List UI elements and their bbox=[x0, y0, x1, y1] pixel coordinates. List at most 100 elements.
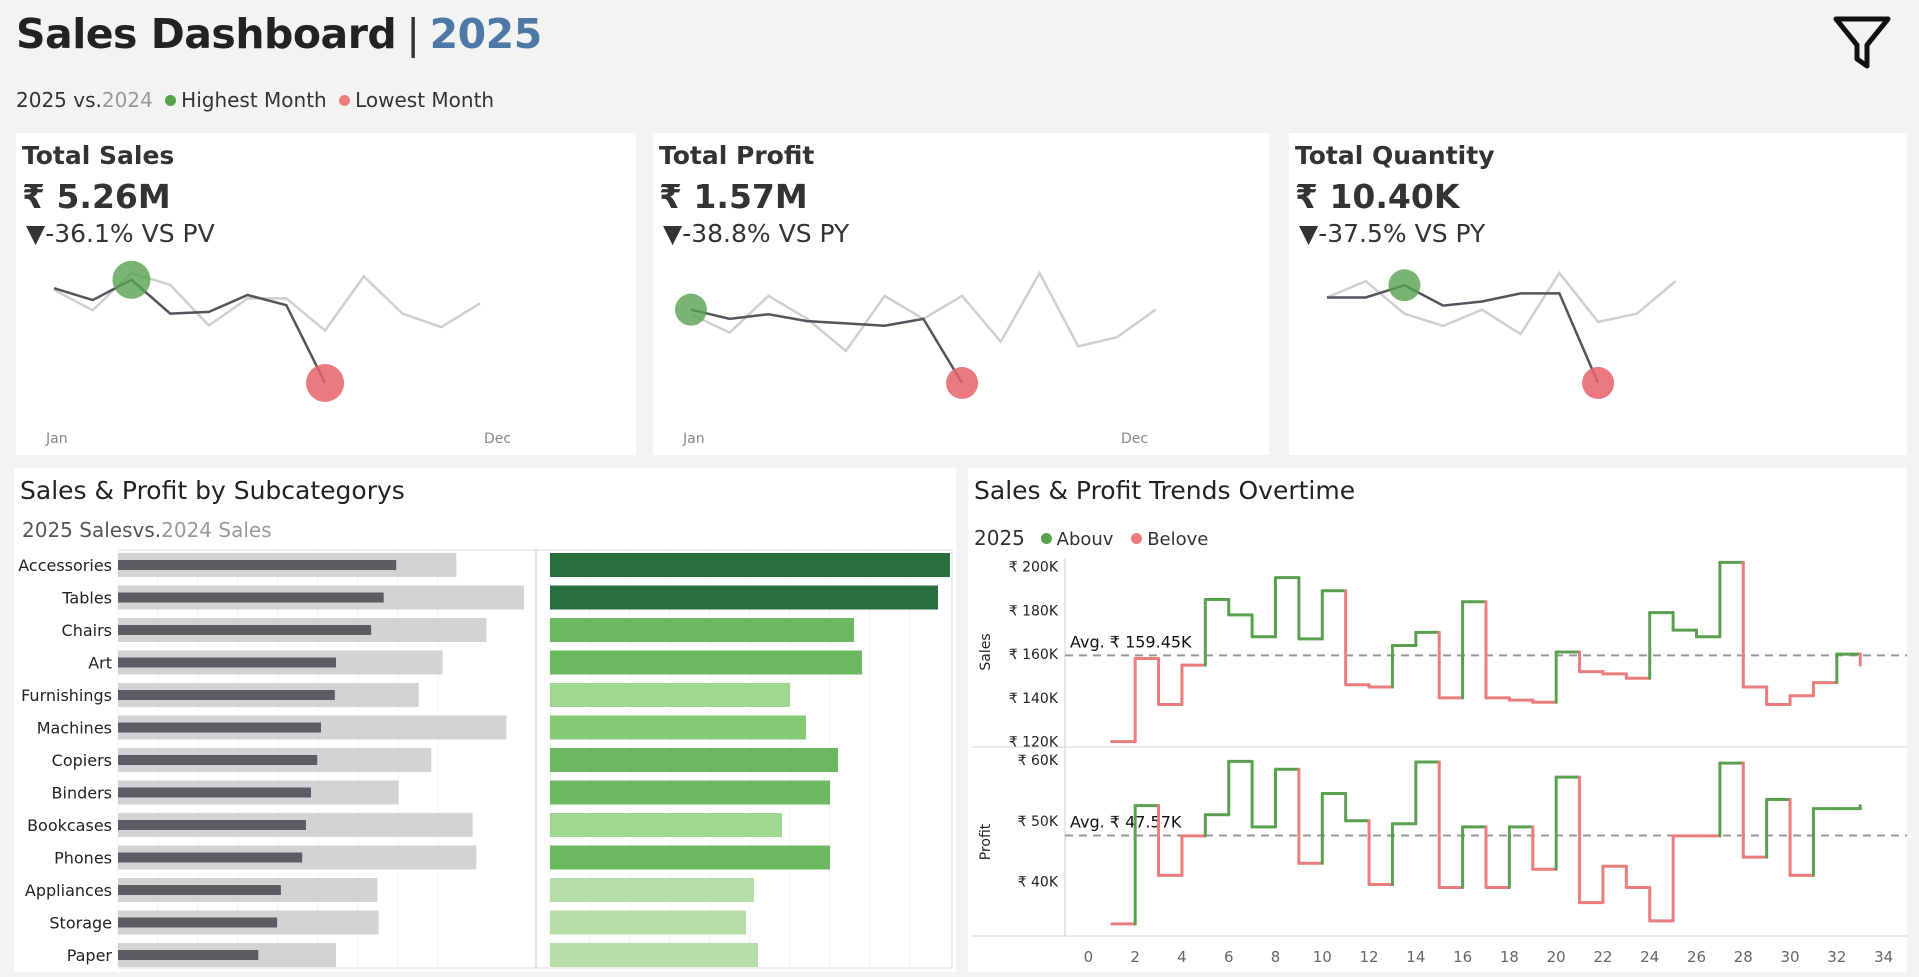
legend-vs: vs. bbox=[73, 88, 102, 112]
previous-year-line bbox=[690, 270, 1157, 353]
category-label: Machines bbox=[37, 719, 112, 738]
bar-2025-sales bbox=[118, 625, 372, 635]
x-tick-label: 34 bbox=[1874, 948, 1893, 966]
y-axis-title: Profit bbox=[978, 823, 994, 860]
lowest-dot-icon bbox=[339, 95, 351, 106]
x-tick-label: 4 bbox=[1177, 948, 1187, 966]
x-tick-label: 16 bbox=[1453, 948, 1472, 966]
bar-profit bbox=[550, 683, 790, 707]
x-tick-label: 0 bbox=[1084, 948, 1094, 966]
bar-profit bbox=[550, 715, 806, 740]
bar-profit bbox=[550, 748, 838, 772]
x-tick-label: 14 bbox=[1406, 948, 1425, 966]
y-axis-title: Sales bbox=[978, 633, 994, 670]
category-label: Paper bbox=[67, 946, 113, 965]
bar-2025-sales bbox=[118, 657, 337, 668]
kpi-card-quantity: Total Quantity ₹ 10.40K ▼-37.5% VS PY bbox=[1289, 133, 1907, 455]
category-label: Chairs bbox=[62, 621, 112, 640]
header: Sales Dashboard | 2025 2025 vs.2024 Highes… bbox=[0, 0, 1919, 130]
x-tick-label: 24 bbox=[1640, 948, 1659, 966]
bar-2025-sales bbox=[118, 560, 397, 570]
y-tick-label: ₹ 60K bbox=[1018, 753, 1059, 769]
bar-2025-sales bbox=[118, 820, 306, 830]
x-tick-label: 12 bbox=[1360, 948, 1379, 966]
legend-lowest: Lowest Month bbox=[355, 88, 495, 112]
bar-2025-sales bbox=[118, 852, 303, 863]
x-tick-label: 28 bbox=[1734, 948, 1753, 966]
category-label: Storage bbox=[49, 914, 112, 933]
bar-profit bbox=[550, 585, 938, 610]
y-tick-label: ₹ 40K bbox=[1018, 874, 1059, 890]
bar-2025-sales bbox=[118, 690, 335, 700]
bar-profit bbox=[550, 878, 754, 902]
x-tick-label: 18 bbox=[1500, 948, 1519, 966]
current-year-line bbox=[53, 278, 327, 384]
title-separator: | bbox=[406, 10, 420, 58]
header-legend: 2025 vs.2024 Highest Month Lowest Month bbox=[16, 88, 494, 112]
legend-current-year: 2025 bbox=[16, 88, 67, 112]
month-label-end: Dec bbox=[484, 431, 511, 447]
bar-profit bbox=[550, 845, 830, 870]
x-tick-label: 2 bbox=[1130, 948, 1140, 966]
current-year-line bbox=[690, 308, 964, 384]
y-tick-label: ₹ 50K bbox=[1018, 814, 1059, 830]
bar-profit bbox=[550, 813, 782, 837]
x-tick-label: 26 bbox=[1687, 948, 1706, 966]
previous-year-line bbox=[1326, 270, 1677, 336]
x-tick-label: 22 bbox=[1593, 948, 1612, 966]
legend-previous-year: 2024 bbox=[101, 88, 153, 112]
bar-2025-sales bbox=[118, 722, 321, 733]
x-tick-label: 32 bbox=[1827, 948, 1846, 966]
highest-month-marker bbox=[675, 293, 707, 326]
bar-2025-sales bbox=[118, 917, 278, 928]
lowest-month-marker bbox=[1582, 367, 1615, 399]
kpi-sparkline: Jan Dec bbox=[45, 260, 511, 447]
subcategory-panel: Sales & Profit by Subcategorys 2025 Sale… bbox=[14, 468, 956, 972]
category-label: Bookcases bbox=[27, 816, 112, 835]
subcategory-chart: Accessories Tables Chairs Art Furnishings Mac… bbox=[18, 549, 953, 969]
category-label: Copiers bbox=[52, 751, 112, 770]
bar-profit bbox=[550, 650, 862, 675]
bar-2025-sales bbox=[118, 755, 318, 765]
bar-profit bbox=[550, 943, 758, 967]
month-label-start: Jan bbox=[45, 431, 68, 447]
bar-profit bbox=[550, 553, 950, 577]
average-label: Avg. ₹ 47.57K bbox=[1070, 813, 1182, 832]
bar-profit bbox=[550, 910, 746, 935]
category-label: Furnishings bbox=[21, 686, 112, 705]
y-tick-label: ₹ 120K bbox=[1009, 735, 1059, 751]
month-label-start: Jan bbox=[682, 431, 705, 447]
filter-icon[interactable] bbox=[1832, 14, 1892, 72]
lowest-month-marker bbox=[946, 367, 979, 399]
kpi-sparkline: Jan Dec bbox=[675, 270, 1157, 447]
category-label: Accessories bbox=[18, 556, 112, 575]
dashboard: Sales Dashboard | 2025 2025 vs.2024 Highes… bbox=[0, 0, 1919, 977]
y-tick-label: ₹ 200K bbox=[1009, 560, 1059, 576]
legend-highest: Highest Month bbox=[181, 88, 327, 112]
y-tick-label: ₹ 160K bbox=[1009, 647, 1059, 663]
category-label: Binders bbox=[52, 784, 112, 803]
title-year: 2025 bbox=[429, 10, 543, 58]
category-label: Appliances bbox=[25, 881, 112, 900]
trends-panel: Sales & Profit Trends Overtime 2025 Abou… bbox=[968, 468, 1907, 972]
page-title: Sales Dashboard | 2025 bbox=[16, 10, 542, 58]
y-tick-label: ₹ 140K bbox=[1009, 691, 1059, 707]
bar-2025-sales bbox=[118, 950, 259, 960]
kpi-card-sales: Total Sales ₹ 5.26M ▼-36.1% VS PV Jan Dec bbox=[16, 133, 636, 455]
bar-2025-sales bbox=[118, 787, 311, 798]
y-tick-label: ₹ 180K bbox=[1009, 603, 1059, 619]
average-label: Avg. ₹ 159.45K bbox=[1070, 632, 1192, 651]
lowest-month-marker bbox=[306, 364, 345, 402]
x-tick-label: 20 bbox=[1547, 948, 1566, 966]
trends-chart: 0 2 4 6 8 10 12 14 16 18 20 22 24 26 28 30 32 34₹ 120K₹ 1… bbox=[972, 558, 1907, 966]
x-tick-label: 6 bbox=[1224, 948, 1234, 966]
highest-month-marker bbox=[112, 260, 151, 299]
x-tick-label: 8 bbox=[1271, 948, 1281, 966]
highest-month-marker bbox=[1388, 269, 1421, 302]
title-text: Sales Dashboard bbox=[16, 10, 397, 58]
kpi-card-profit: Total Profit ₹ 1.57M ▼-38.8% VS PY Jan De… bbox=[653, 133, 1269, 455]
bar-2025-sales bbox=[118, 885, 281, 895]
bar-profit bbox=[550, 618, 854, 642]
bar-2025-sales bbox=[118, 592, 384, 603]
category-label: Tables bbox=[61, 589, 112, 608]
